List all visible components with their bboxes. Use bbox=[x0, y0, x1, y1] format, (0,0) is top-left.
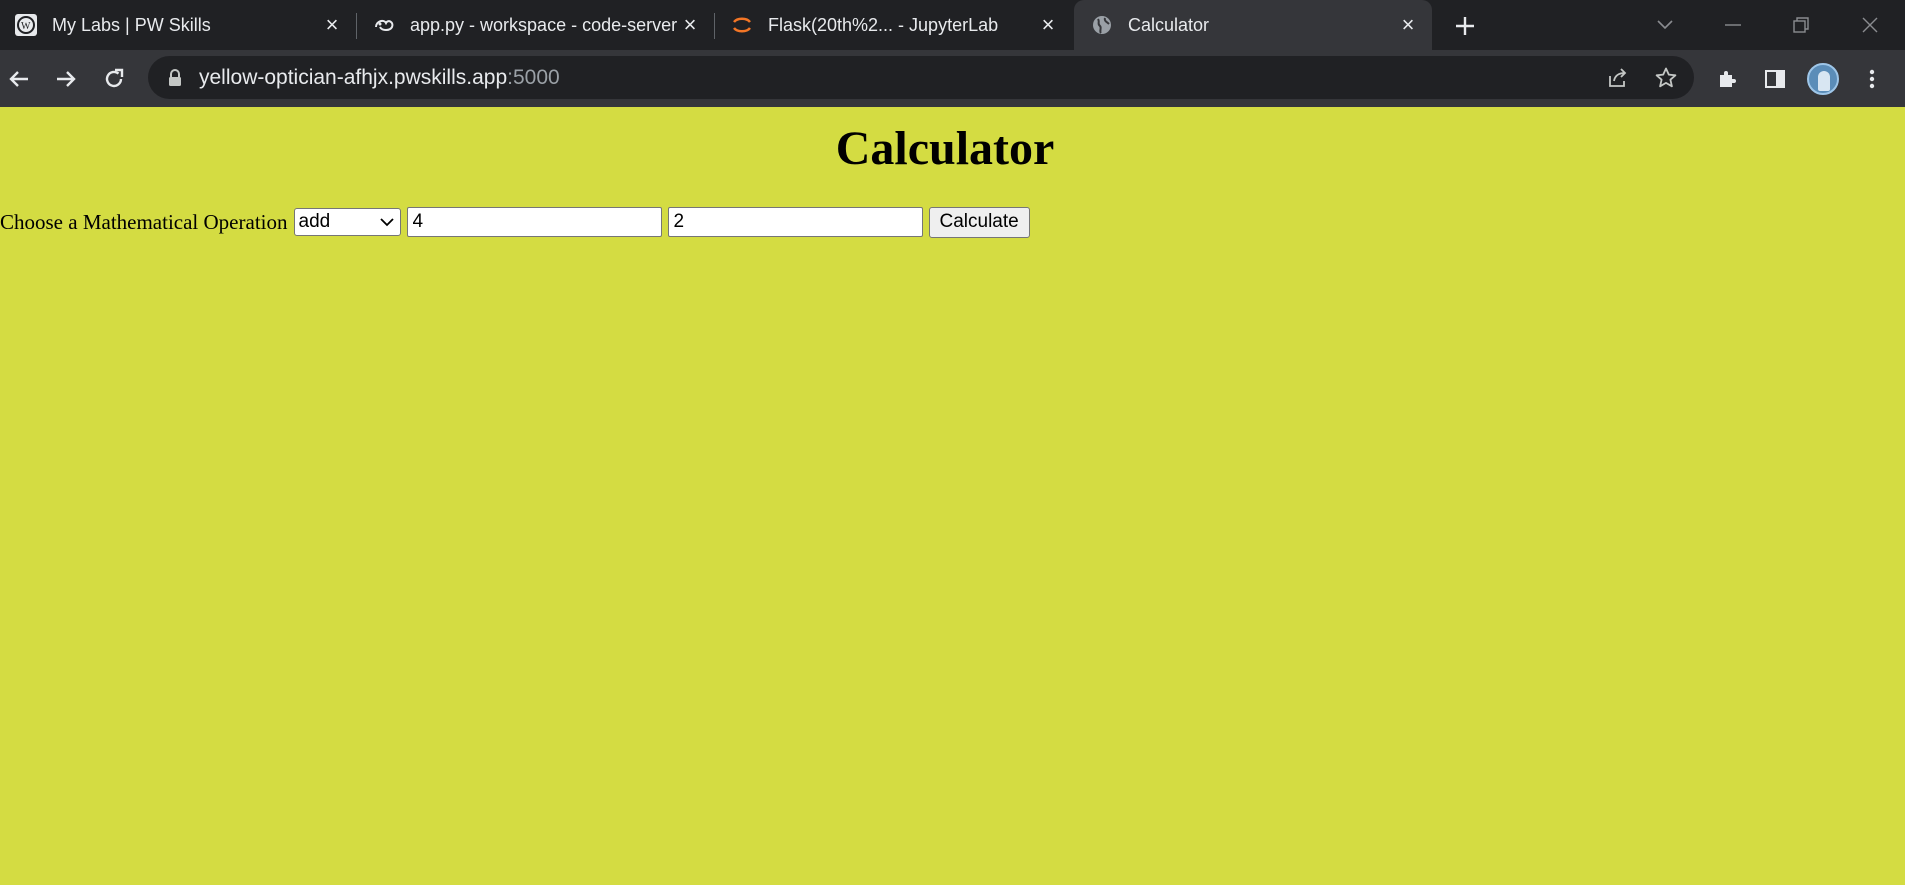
code-server-icon bbox=[372, 13, 396, 37]
operation-label: Choose a Mathematical Operation bbox=[0, 209, 288, 234]
calculate-button[interactable]: Calculate bbox=[928, 206, 1030, 238]
url-text: yellow-optician-afhjx.pwskills.app:5000 bbox=[199, 66, 560, 90]
lock-icon[interactable] bbox=[165, 68, 185, 88]
restore-icon[interactable] bbox=[1786, 10, 1816, 40]
url-host: yellow-optician-afhjx.pwskills.app bbox=[199, 65, 508, 89]
forward-icon[interactable] bbox=[49, 62, 83, 96]
bookmark-star-icon[interactable] bbox=[1650, 62, 1682, 94]
svg-text:W: W bbox=[21, 21, 31, 32]
close-window-icon[interactable] bbox=[1855, 10, 1885, 40]
tab-title: app.py - workspace - code-server bbox=[410, 14, 678, 35]
page-title: Calculator bbox=[835, 122, 1055, 175]
tab-separator bbox=[356, 13, 357, 39]
reload-icon[interactable] bbox=[97, 62, 131, 96]
chevron-down-icon bbox=[379, 218, 394, 227]
close-icon[interactable]: × bbox=[320, 12, 344, 37]
share-icon[interactable] bbox=[1602, 62, 1634, 94]
calculator-form: Choose a Mathematical Operation add Calc… bbox=[0, 206, 1030, 238]
tab-title: Flask(20th%2... - JupyterLab bbox=[768, 14, 999, 35]
tab-title: Calculator bbox=[1128, 14, 1210, 35]
extensions-icon[interactable] bbox=[1711, 62, 1745, 96]
operand1-input[interactable] bbox=[406, 207, 662, 237]
tab-strip: W My Labs | PW Skills × app.py - workspa… bbox=[0, 0, 1905, 50]
tab-calculator[interactable]: Calculator × bbox=[1074, 0, 1432, 50]
page-content: Calculator Choose a Mathematical Operati… bbox=[0, 107, 1905, 885]
more-menu-icon[interactable] bbox=[1855, 62, 1889, 96]
jupyter-icon bbox=[730, 13, 754, 37]
tab-code-server[interactable]: app.py - workspace - code-server × bbox=[358, 0, 714, 50]
browser-chrome: W My Labs | PW Skills × app.py - workspa… bbox=[0, 0, 1905, 107]
side-panel-icon[interactable] bbox=[1758, 62, 1792, 96]
browser-toolbar: yellow-optician-afhjx.pwskills.app:5000 bbox=[0, 50, 1905, 107]
close-icon[interactable]: × bbox=[1036, 12, 1060, 37]
new-tab-button[interactable] bbox=[1450, 11, 1480, 41]
close-icon[interactable]: × bbox=[678, 12, 702, 37]
address-bar[interactable]: yellow-optician-afhjx.pwskills.app:5000 bbox=[148, 56, 1694, 99]
minimize-icon[interactable] bbox=[1718, 10, 1748, 40]
url-port: :5000 bbox=[507, 65, 560, 89]
tab-title: My Labs | PW Skills bbox=[52, 14, 211, 35]
operation-selected-value: add bbox=[298, 211, 331, 232]
back-icon[interactable] bbox=[2, 62, 36, 96]
pw-skills-logo-icon: W bbox=[14, 13, 38, 37]
tab-jupyterlab[interactable]: Flask(20th%2... - JupyterLab × bbox=[716, 0, 1072, 50]
close-icon[interactable]: × bbox=[1396, 12, 1420, 37]
profile-avatar[interactable] bbox=[1806, 62, 1840, 96]
tab-my-labs[interactable]: W My Labs | PW Skills × bbox=[0, 0, 356, 50]
operation-select[interactable]: add bbox=[293, 208, 401, 236]
avatar bbox=[1807, 63, 1839, 95]
tab-separator bbox=[714, 13, 715, 39]
tab-search-icon[interactable] bbox=[1650, 10, 1680, 40]
globe-icon bbox=[1090, 13, 1114, 37]
operand2-input[interactable] bbox=[667, 207, 923, 237]
